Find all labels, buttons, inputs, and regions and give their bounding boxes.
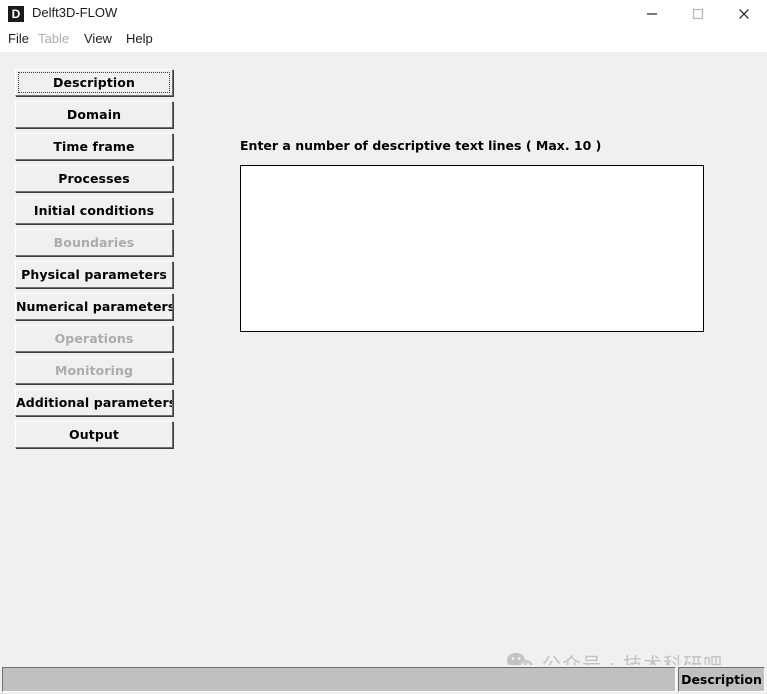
sidebar-item-description[interactable]: Description: [15, 69, 173, 96]
close-icon: [739, 9, 749, 19]
sidebar-item-output[interactable]: Output: [15, 421, 173, 448]
maximize-icon: [692, 8, 704, 20]
sidebar-item-domain[interactable]: Domain: [15, 101, 173, 128]
navigation-sidebar: Description Domain Time frame Processes Init…: [15, 69, 173, 453]
description-textarea[interactable]: [240, 165, 704, 332]
close-button[interactable]: [721, 0, 767, 28]
menu-item-view[interactable]: View: [84, 31, 112, 46]
sidebar-item-monitoring: Monitoring: [15, 357, 173, 384]
title-bar: D Delft3D-FLOW: [0, 0, 767, 28]
minimize-icon: [647, 13, 657, 15]
window-title: Delft3D-FLOW: [32, 5, 118, 20]
menu-item-help[interactable]: Help: [126, 31, 153, 46]
status-message-panel: [2, 667, 676, 692]
delft3d-flow-window: D Delft3D-FLOW File Table View Help Descrip…: [0, 0, 767, 694]
status-section-panel: Description: [678, 667, 765, 692]
sidebar-item-operations: Operations: [15, 325, 173, 352]
sidebar-item-initial-conditions[interactable]: Initial conditions: [15, 197, 173, 224]
sidebar-item-time-frame[interactable]: Time frame: [15, 133, 173, 160]
sidebar-item-numerical-parameters[interactable]: Numerical parameters: [15, 293, 173, 320]
client-area: Description Domain Time frame Processes Init…: [0, 52, 767, 660]
description-label: Enter a number of descriptive text lines…: [240, 138, 602, 153]
sidebar-item-processes[interactable]: Processes: [15, 165, 173, 192]
minimize-button[interactable]: [629, 0, 675, 28]
menu-item-table: Table: [38, 31, 70, 46]
sidebar-item-additional-parameters[interactable]: Additional parameters: [15, 389, 173, 416]
maximize-button[interactable]: [675, 0, 721, 28]
menu-bar: File Table View Help: [0, 28, 767, 52]
sidebar-item-physical-parameters[interactable]: Physical parameters: [15, 261, 173, 288]
menu-item-file[interactable]: File: [8, 31, 29, 46]
sidebar-item-boundaries: Boundaries: [15, 229, 173, 256]
delft3d-app-icon: D: [8, 6, 24, 22]
status-bar: Description: [0, 665, 767, 694]
